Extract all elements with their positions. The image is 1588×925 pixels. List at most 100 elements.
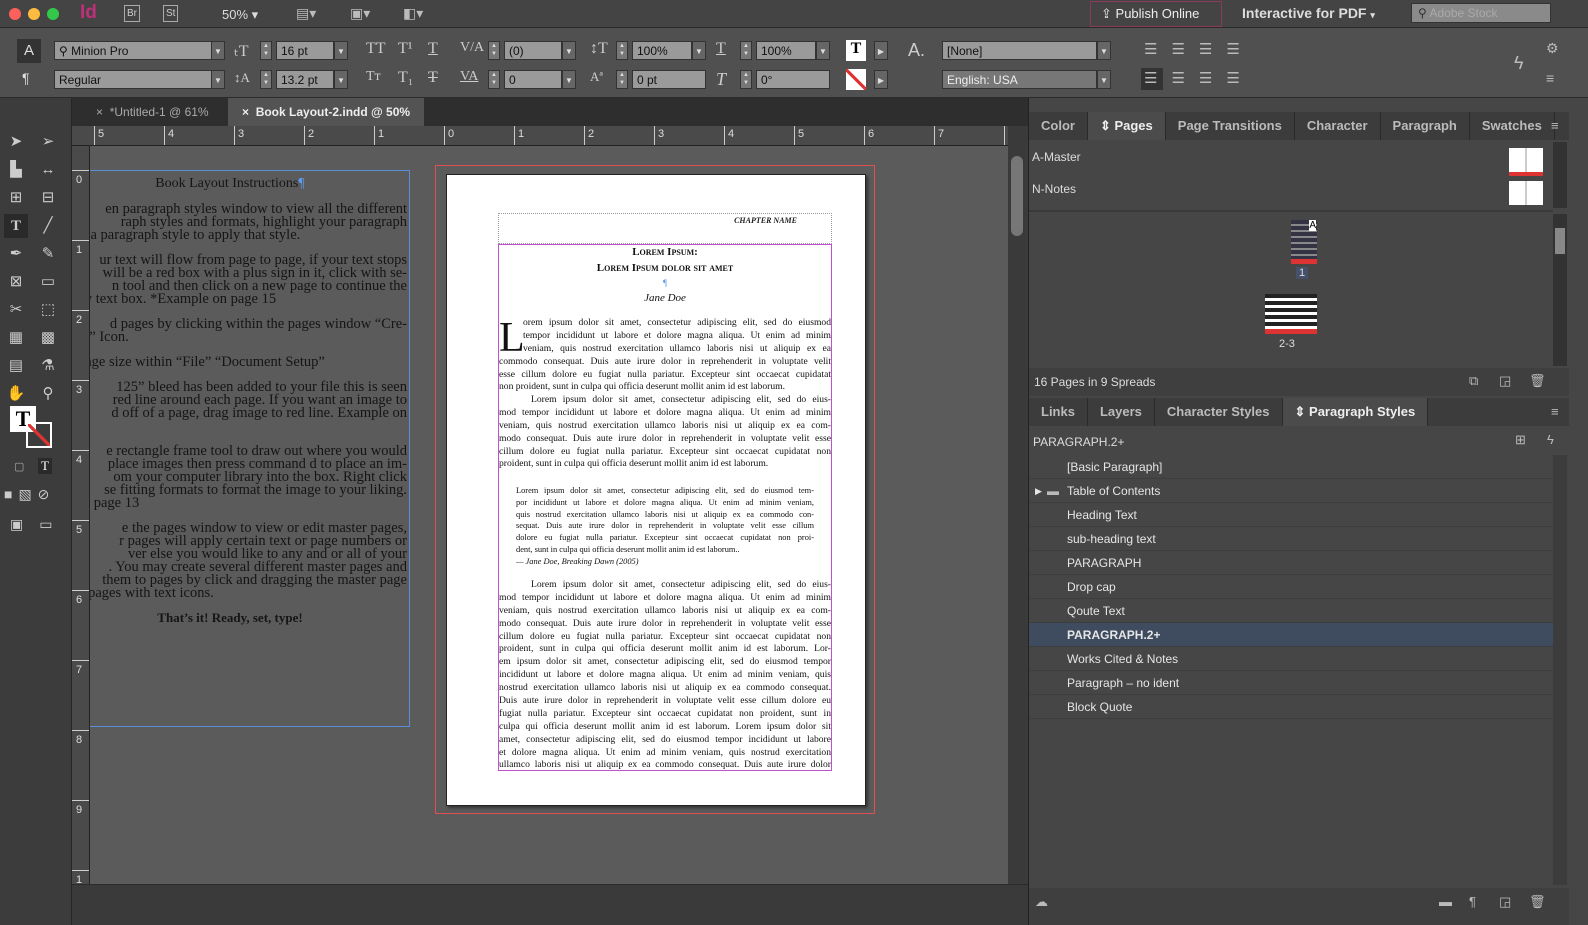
view-options-icon[interactable]: ▤▾: [296, 5, 316, 22]
paragraph-style-item[interactable]: PARAGRAPH.2+: [1029, 623, 1553, 647]
instructions-text-frame[interactable]: Book Layout Instructions¶ en paragraph s…: [90, 170, 410, 727]
paragraph-style-item[interactable]: Paragraph – no ident: [1029, 671, 1553, 695]
trash-icon[interactable]: 🗑: [1529, 894, 1546, 910]
strikethrough-button[interactable]: T: [428, 69, 438, 87]
document-tab-book-layout[interactable]: × Book Layout-2.indd @ 50%: [228, 98, 425, 126]
paragraph-style-item[interactable]: ▶ ▬ Table of Contents: [1029, 479, 1553, 503]
paragraph-style-item[interactable]: Works Cited & Notes: [1029, 647, 1553, 671]
edit-page-size-icon[interactable]: ⧉: [1469, 373, 1478, 389]
paragraph-style-item[interactable]: sub-heading text: [1029, 527, 1553, 551]
tab-color[interactable]: Color: [1029, 112, 1088, 140]
page-1[interactable]: CHAPTER NAME Lorem Ipsum: Lorem Ipsum do…: [446, 174, 866, 806]
zoom-level-dropdown[interactable]: 50% ▾: [222, 7, 258, 23]
character-mode-button[interactable]: A: [17, 39, 41, 63]
tracking-field[interactable]: 0: [504, 70, 562, 89]
subscript-button[interactable]: T₁: [398, 69, 413, 87]
justify-buttons[interactable]: ☰☰☰☰: [1144, 69, 1254, 87]
stroke-swatch[interactable]: [26, 422, 52, 448]
line-tool[interactable]: ╱: [36, 214, 60, 238]
direct-selection-tool[interactable]: ➢: [36, 130, 60, 154]
note-tool[interactable]: ▤: [4, 354, 28, 378]
screen-mode-icon[interactable]: ▣▾: [350, 5, 370, 22]
cloud-library-icon[interactable]: ☁: [1035, 894, 1048, 910]
trash-icon[interactable]: 🗑: [1529, 373, 1546, 389]
gear-icon[interactable]: ⚙: [1546, 40, 1559, 57]
new-folder-icon[interactable]: ▬: [1439, 894, 1452, 909]
alignment-buttons[interactable]: ☰☰☰☰: [1144, 40, 1254, 58]
panel-menu-icon[interactable]: ≡: [1551, 404, 1559, 419]
kerning-field[interactable]: (0): [504, 41, 562, 60]
character-style-field[interactable]: [None]: [942, 41, 1097, 60]
publish-online-button[interactable]: ⇪ Publish Online: [1090, 1, 1222, 27]
scroll-thumb[interactable]: [1011, 156, 1023, 236]
baseline-shift-stepper[interactable]: ▲ ▼: [616, 70, 628, 89]
new-style-icon[interactable]: ◲: [1499, 894, 1511, 910]
page-3-thumbnail[interactable]: [1291, 294, 1317, 334]
kerning-stepper[interactable]: ▲ ▼: [488, 41, 500, 60]
tracking-stepper[interactable]: ▲ ▼: [488, 70, 500, 89]
paragraph-style-item[interactable]: [Basic Paragraph]: [1029, 455, 1553, 479]
font-size-stepper[interactable]: ▲ ▼: [260, 41, 272, 60]
font-family-dropdown[interactable]: ▼: [211, 41, 225, 60]
font-size-field[interactable]: 16 pt: [276, 41, 334, 60]
baseline-shift-field[interactable]: 0 pt: [632, 70, 706, 89]
fill-menu-button[interactable]: ▶: [874, 41, 888, 60]
gradient-feather-tool[interactable]: ▩: [36, 326, 60, 350]
content-placer-tool[interactable]: ⊟: [36, 186, 60, 210]
font-size-dropdown[interactable]: ▼: [334, 41, 348, 60]
tab-character-styles[interactable]: Character Styles: [1154, 398, 1283, 426]
font-style-dropdown[interactable]: ▼: [211, 70, 225, 89]
bridge-button[interactable]: Br: [124, 5, 140, 22]
master-a[interactable]: A-Master: [1032, 150, 1081, 164]
content-collector-tool[interactable]: ⊞: [4, 186, 28, 210]
tab-page-transitions[interactable]: Page Transitions: [1165, 112, 1295, 140]
vertical-scale-stepper[interactable]: ▲ ▼: [616, 41, 628, 60]
font-style-field[interactable]: Regular: [54, 70, 212, 89]
stroke-color-swatch[interactable]: [846, 69, 866, 90]
paragraph-style-item[interactable]: Heading Text: [1029, 503, 1553, 527]
vertical-scale-dropdown[interactable]: ▼: [692, 41, 706, 60]
scissors-tool[interactable]: ✂: [4, 298, 28, 322]
close-window-button[interactable]: [9, 8, 21, 20]
all-caps-button[interactable]: TT: [366, 40, 386, 58]
panel-menu-icon[interactable]: ≡: [1551, 118, 1559, 133]
eyedropper-tool[interactable]: ⚗: [36, 354, 60, 378]
tab-links[interactable]: Links: [1029, 398, 1088, 426]
stock-button[interactable]: St: [163, 5, 179, 22]
language-field[interactable]: English: USA: [942, 70, 1097, 89]
font-family-field[interactable]: ⚲ Minion Pro: [54, 41, 212, 60]
tracking-dropdown[interactable]: ▼: [562, 70, 576, 89]
new-page-icon[interactable]: ◲: [1499, 373, 1511, 389]
superscript-button[interactable]: T¹: [398, 40, 413, 58]
panel-menu-icon[interactable]: ≡: [1546, 70, 1554, 86]
expand-arrow-icon[interactable]: ▶: [1035, 479, 1042, 503]
tab-pages[interactable]: ⇕ Pages: [1087, 112, 1166, 140]
paragraph-style-item[interactable]: PARAGRAPH: [1029, 551, 1553, 575]
close-tab-icon[interactable]: ×: [242, 105, 249, 119]
horizontal-scale-stepper[interactable]: ▲ ▼: [740, 41, 752, 60]
apply-color-gradient-none[interactable]: ■▧⊘: [4, 486, 55, 503]
paragraph-style-item[interactable]: Drop cap: [1029, 575, 1553, 599]
hand-tool[interactable]: ✋: [4, 382, 28, 406]
quick-apply-icon[interactable]: ϟ: [1547, 432, 1554, 447]
horizontal-scale-field[interactable]: 100%: [756, 41, 816, 60]
skew-stepper[interactable]: ▲ ▼: [740, 70, 752, 89]
horizontal-ruler[interactable]: 54321012345678: [72, 126, 1014, 146]
type-tool[interactable]: T: [4, 214, 28, 238]
pen-tool[interactable]: ✒: [4, 242, 28, 266]
formatting-container-icon[interactable]: ▢: [14, 460, 24, 473]
fill-color-swatch[interactable]: T: [846, 40, 866, 61]
masters-scrollbar[interactable]: [1553, 142, 1567, 208]
language-dropdown[interactable]: ▼: [1097, 70, 1111, 89]
page-1-thumbnail[interactable]: A: [1291, 220, 1317, 264]
header-frame[interactable]: CHAPTER NAME: [498, 213, 832, 244]
screen-mode-buttons[interactable]: ▣▭: [10, 516, 68, 533]
tab-swatches[interactable]: Swatches: [1469, 112, 1555, 140]
paragraph-style-item[interactable]: Qoute Text: [1029, 599, 1553, 623]
formatting-text-icon[interactable]: T: [38, 458, 52, 474]
styles-scrollbar[interactable]: [1553, 455, 1567, 885]
free-transform-tool[interactable]: ⬚: [36, 298, 60, 322]
skew-field[interactable]: 0°: [756, 70, 830, 89]
tab-character[interactable]: Character: [1294, 112, 1381, 140]
page-2-thumbnail[interactable]: [1265, 294, 1291, 334]
